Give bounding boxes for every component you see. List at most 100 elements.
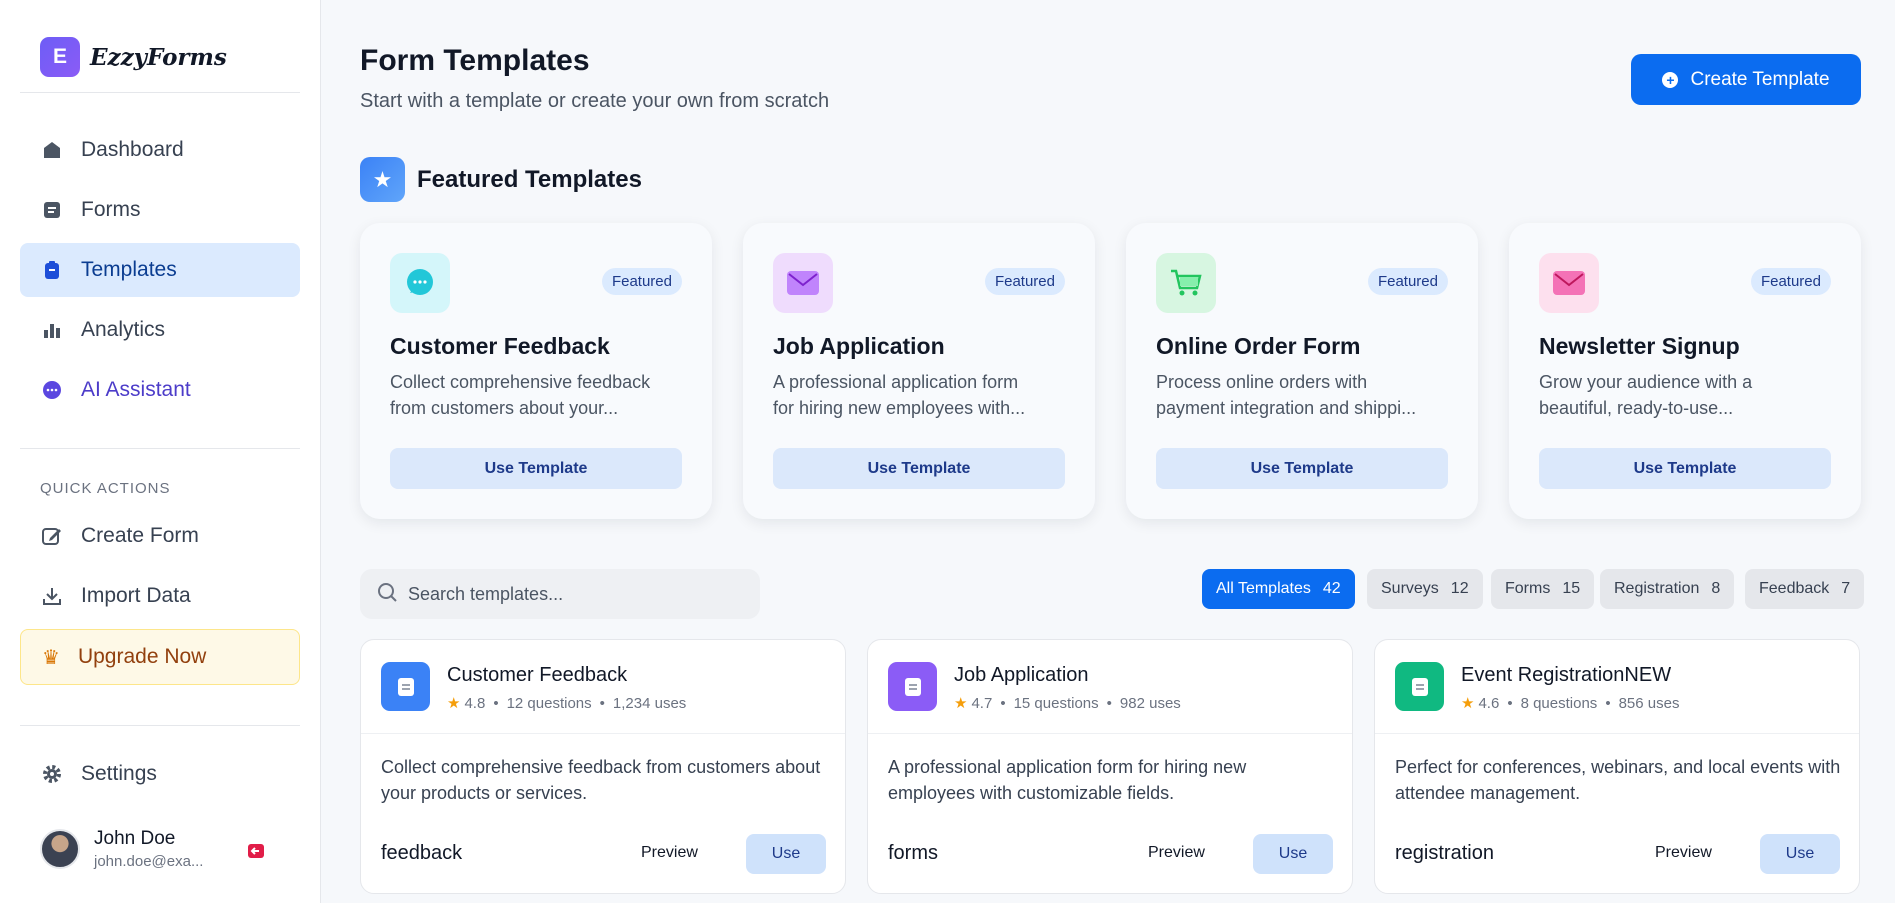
- template-meta: ★ 4.6 • 8 questions • 856 uses: [1461, 694, 1679, 713]
- card-description: A professional application form for hiri…: [773, 372, 1026, 418]
- template-card-header: Event RegistrationNEW ★ 4.6 • 8 question…: [1375, 640, 1859, 734]
- featured-badge: Featured: [1750, 268, 1831, 295]
- featured-card[interactable]: Featured Job Application A professional …: [743, 223, 1095, 519]
- template-description: Collect comprehensive feedback from cust…: [381, 757, 821, 803]
- use-template-button[interactable]: Use Template: [1156, 448, 1448, 489]
- cart-icon: [1156, 253, 1216, 313]
- quick-actions-heading: QUICK ACTIONS: [40, 480, 171, 497]
- upgrade-label: Upgrade Now: [77, 645, 207, 668]
- search-icon: [376, 581, 398, 608]
- template-description: A professional application form for hiri…: [888, 757, 1247, 803]
- quick-import-data[interactable]: Import Data: [20, 569, 300, 623]
- featured-heading: ★ Featured Templates: [360, 157, 642, 202]
- preview-button[interactable]: Preview: [1148, 844, 1205, 862]
- filter-label: Forms: [1505, 580, 1551, 597]
- template-questions: 12 questions: [506, 694, 592, 712]
- user-profile[interactable]: John Doe john.doe@exa...: [40, 828, 270, 870]
- template-meta: ★ 4.8 • 12 questions • 1,234 uses: [447, 694, 686, 713]
- use-button[interactable]: Use: [1760, 834, 1840, 874]
- use-button[interactable]: Use: [1253, 834, 1333, 874]
- document-icon: [1395, 662, 1444, 711]
- nav-dashboard[interactable]: Dashboard: [20, 123, 300, 177]
- template-tag: feedback: [381, 842, 463, 864]
- template-questions: 8 questions: [1520, 694, 1598, 712]
- featured-card[interactable]: Featured Online Order Form Process onlin…: [1126, 223, 1478, 519]
- envelope-icon: [1539, 253, 1599, 313]
- upgrade-button[interactable]: ♛ Upgrade Now: [20, 629, 300, 685]
- star-icon: ★: [1461, 695, 1475, 712]
- template-card[interactable]: Job Application ★ 4.7 • 15 questions • 9…: [867, 639, 1353, 894]
- featured-badge: Featured: [601, 268, 682, 295]
- divider: [20, 92, 300, 93]
- preview-button[interactable]: Preview: [1655, 844, 1712, 862]
- template-card-header: Job Application ★ 4.7 • 15 questions • 9…: [868, 640, 1352, 734]
- clipboard-icon: [41, 259, 63, 281]
- search-bar[interactable]: [360, 569, 760, 619]
- template-card-header: Customer Feedback ★ 4.8 • 12 questions •…: [361, 640, 845, 734]
- star-icon: ★: [954, 695, 968, 712]
- card-description: Grow your audience with a beautiful, rea…: [1539, 372, 1753, 418]
- featured-card[interactable]: Featured Newsletter Signup Grow your aud…: [1509, 223, 1861, 519]
- card-title: Online Order Form: [1156, 333, 1361, 359]
- filter-feedback[interactable]: Feedback 7: [1745, 569, 1865, 609]
- document-icon: [888, 662, 937, 711]
- crown-icon: ♛: [42, 646, 60, 669]
- filter-all-templates[interactable]: All Templates 42: [1202, 569, 1355, 609]
- chat-icon: [390, 253, 450, 313]
- card-description: Process online orders with payment integ…: [1156, 372, 1417, 418]
- nav-label: Import Data: [81, 584, 191, 607]
- quick-create-form[interactable]: Create Form: [20, 509, 300, 563]
- featured-title: Featured Templates: [417, 165, 642, 193]
- envelope-icon: [773, 253, 833, 313]
- template-card[interactable]: Customer Feedback ★ 4.8 • 12 questions •…: [360, 639, 846, 894]
- separator: •: [493, 694, 499, 712]
- plus-icon: +: [1662, 71, 1679, 88]
- filter-label: Surveys: [1381, 580, 1439, 597]
- use-template-button[interactable]: Use Template: [773, 448, 1065, 489]
- use-template-button[interactable]: Use Template: [1539, 448, 1831, 489]
- filter-count: 15: [1562, 580, 1581, 597]
- template-tag: forms: [888, 842, 938, 864]
- search-input[interactable]: [408, 583, 738, 605]
- nav-label: Create Form: [81, 524, 199, 547]
- create-template-button[interactable]: + Create Template: [1631, 54, 1861, 105]
- star-icon: ★: [447, 695, 461, 712]
- avatar: [40, 829, 80, 869]
- featured-card[interactable]: Featured Customer Feedback Collect compr…: [360, 223, 712, 519]
- nav-ai-assistant[interactable]: AI Assistant: [20, 363, 300, 417]
- user-email: john.doe@exa...: [94, 853, 204, 870]
- user-name: John Doe: [94, 828, 176, 849]
- nav-label: Settings: [81, 762, 157, 785]
- use-template-button[interactable]: Use Template: [390, 448, 682, 489]
- preview-button[interactable]: Preview: [641, 844, 698, 862]
- create-template-label: Create Template: [1690, 68, 1830, 90]
- nav-forms[interactable]: Forms: [20, 183, 300, 237]
- nav-label: Dashboard: [81, 138, 184, 161]
- star-icon: ★: [360, 157, 405, 202]
- nav-label: Analytics: [81, 318, 166, 341]
- template-card[interactable]: Event RegistrationNEW ★ 4.6 • 8 question…: [1374, 639, 1860, 894]
- use-button[interactable]: Use: [746, 834, 826, 874]
- brand[interactable]: E EzzyForms: [40, 37, 227, 77]
- nav-analytics[interactable]: Analytics: [20, 303, 300, 357]
- template-description: Perfect for conferences, webinars, and l…: [1395, 757, 1841, 803]
- template-rating: 4.7: [971, 694, 993, 712]
- filter-count: 8: [1711, 580, 1721, 597]
- template-name: Event RegistrationNEW: [1461, 664, 1672, 686]
- nav-templates[interactable]: Templates: [20, 243, 300, 297]
- separator: •: [1000, 694, 1006, 712]
- filter-label: Feedback: [1759, 580, 1830, 597]
- template-name: Job Application: [954, 664, 1089, 686]
- filter-forms[interactable]: Forms 15: [1491, 569, 1595, 609]
- filter-registration[interactable]: Registration 8: [1600, 569, 1735, 609]
- forms-icon: [41, 199, 63, 221]
- filter-surveys[interactable]: Surveys 12: [1367, 569, 1483, 609]
- home-icon: [41, 139, 63, 161]
- filter-label: Registration: [1614, 580, 1700, 597]
- nav-settings[interactable]: Settings: [20, 747, 300, 801]
- edit-icon: [41, 525, 63, 547]
- document-icon: [381, 662, 430, 711]
- bar-chart-icon: [41, 319, 63, 341]
- logout-icon[interactable]: [246, 841, 266, 861]
- separator: •: [1507, 694, 1513, 712]
